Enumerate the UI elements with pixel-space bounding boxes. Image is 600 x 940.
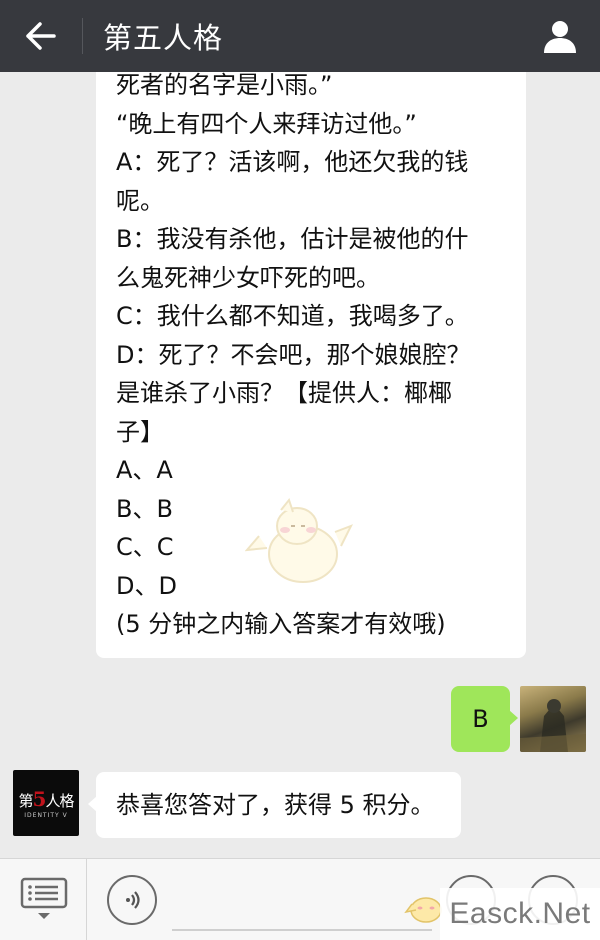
voice-icon	[126, 891, 140, 909]
voice-button[interactable]	[107, 875, 157, 925]
message-line: “晚上有四个人来拜访过他。”	[116, 109, 417, 138]
message-line: 是谁杀了小雨？【提供人：椰椰	[116, 379, 452, 407]
time-limit-note: (5 分钟之内输入答案才有效哦)	[116, 610, 446, 638]
official-account-avatar[interactable]: 第5人格 IDENTITY V	[13, 770, 79, 836]
user-reply-bubble: B	[451, 686, 518, 752]
message-line: D：死了？不会吧，那个娘娘腔？	[116, 340, 471, 369]
message-line: 死者的名字是小雨。”	[116, 72, 333, 99]
profile-button[interactable]	[520, 0, 600, 72]
message-line: 么鬼死神少女吓死的吧。	[116, 263, 380, 292]
person-icon	[544, 21, 576, 53]
user-avatar-image	[520, 699, 586, 752]
option-a: A、A	[116, 456, 173, 484]
mascot-sticker-icon	[245, 497, 354, 583]
arrow-left-icon	[26, 22, 56, 50]
menu-toggle-button[interactable]	[20, 877, 68, 921]
logo-char: 人格	[45, 792, 74, 810]
message-line: 子】	[116, 417, 164, 446]
message-line: A：死了？活该啊，他还欠我的钱	[116, 148, 469, 176]
chat-area[interactable]: 死者的名字是小雨。” “晚上有四个人来拜访过他。” A：死了？活该啊，他还欠我的…	[0, 72, 600, 858]
chat-title: 第五人格	[103, 21, 224, 55]
header-divider	[82, 18, 83, 54]
message-line: C：我什么都不知道，我喝多了。	[116, 302, 469, 330]
logo-five: 5	[32, 787, 47, 811]
message-line: B：我没有杀他，估计是被他的什	[116, 225, 469, 253]
back-button[interactable]	[0, 0, 82, 72]
user-avatar[interactable]	[520, 686, 586, 752]
top-bar: 第五人格	[0, 0, 600, 72]
message-input[interactable]	[172, 929, 432, 931]
logo-char: 第	[18, 792, 34, 810]
game-logo-sub: IDENTITY V	[24, 812, 68, 819]
bot-reply-text: 恭喜您答对了，获得 5 积分。	[116, 790, 435, 819]
game-logo: 第5人格	[18, 787, 75, 811]
site-watermark: Easck.Net	[440, 888, 600, 940]
message-line: 呢。	[116, 186, 164, 215]
toolbar-divider	[86, 859, 87, 940]
user-reply-text: B	[472, 705, 489, 733]
bot-reply-bubble: 恭喜您答对了，获得 5 积分。	[88, 772, 461, 838]
menu-list-icon	[20, 877, 68, 919]
watermark-mascot-icon	[404, 897, 442, 923]
